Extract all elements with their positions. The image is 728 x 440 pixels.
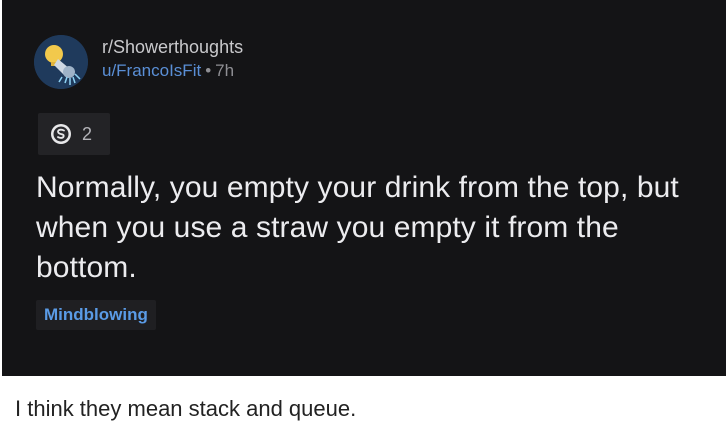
author-link[interactable]: u/FrancoIsFit xyxy=(102,61,201,80)
post-flair[interactable]: Mindblowing xyxy=(36,300,156,330)
subreddit-avatar[interactable] xyxy=(34,35,88,89)
post-meta: u/FrancoIsFit • 7h xyxy=(102,60,234,82)
meta-separator: • xyxy=(205,61,212,80)
post-title[interactable]: Normally, you empty your drink from the … xyxy=(36,168,716,288)
showerhead-lightbulb-icon xyxy=(34,35,88,89)
post-age: 7h xyxy=(215,61,235,80)
award-count: 2 xyxy=(82,124,93,144)
caption-text: I think they mean stack and queue. xyxy=(15,396,357,421)
award-chip[interactable]: 2 xyxy=(38,113,110,155)
reddit-post-card[interactable]: r/Showerthoughts u/FrancoIsFit • 7h 2 Norm… xyxy=(2,0,726,376)
subreddit-name[interactable]: r/Showerthoughts xyxy=(102,36,243,58)
silver-award-icon xyxy=(51,124,71,144)
